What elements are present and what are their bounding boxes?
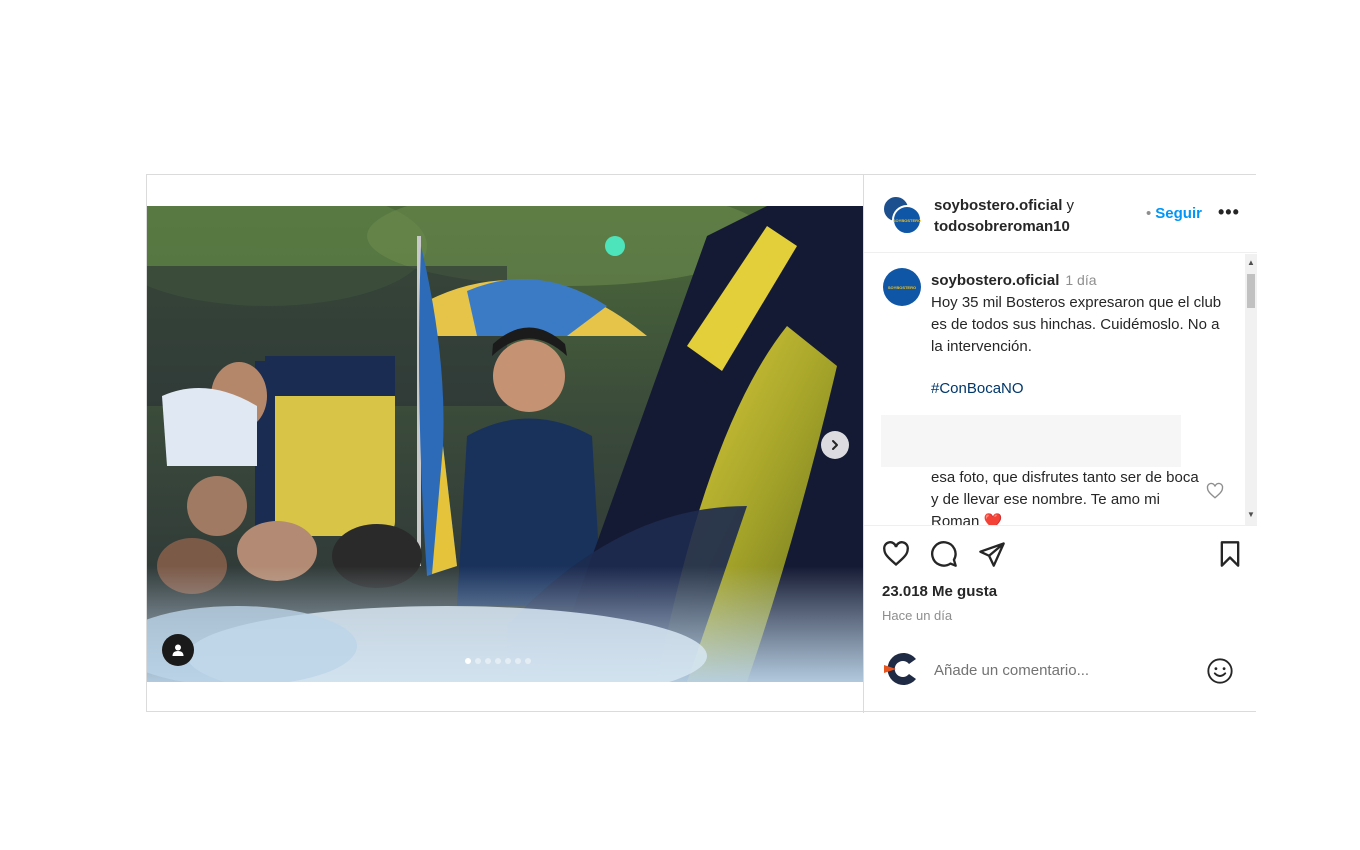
- comment-icon[interactable]: [930, 540, 958, 568]
- site-logo-icon: [884, 653, 916, 685]
- collab-avatars[interactable]: SOYBOSTERO: [882, 195, 922, 235]
- post-sidebar: SOYBOSTERO soybostero.oficial y todosobr…: [864, 175, 1257, 713]
- emoji-icon[interactable]: [1206, 657, 1234, 685]
- author-link[interactable]: soybostero.oficial: [934, 197, 1062, 214]
- heart-icon[interactable]: [882, 540, 910, 568]
- caption: soybostero.oficial 1 día Hoy 35 mil Boste…: [931, 269, 1231, 400]
- chevron-right-icon: [832, 440, 838, 450]
- user-tag-icon: [172, 644, 184, 656]
- like-count[interactable]: 23.018 Me gusta: [882, 583, 997, 600]
- post-media[interactable]: [147, 206, 863, 682]
- follow-label: Seguir: [1155, 205, 1202, 222]
- carousel-dot: [475, 658, 481, 664]
- avatar-logo-text: SOYBOSTERO: [892, 217, 922, 223]
- user-tag-button[interactable]: [162, 634, 194, 666]
- bookmark-icon[interactable]: [1216, 540, 1244, 568]
- carousel-dot: [515, 658, 521, 664]
- comment-heart-icon[interactable]: [1206, 482, 1224, 500]
- caption-username[interactable]: soybostero.oficial: [931, 272, 1059, 289]
- avatar[interactable]: SOYBOSTERO: [892, 205, 922, 235]
- carousel-dot: [495, 658, 501, 664]
- carousel-dot: [525, 658, 531, 664]
- carousel-dot: [485, 658, 491, 664]
- authors-joiner: y: [1062, 197, 1075, 214]
- hashtag-link[interactable]: #ConBocaNO: [931, 378, 1231, 400]
- post-timestamp[interactable]: Hace un día: [882, 608, 952, 623]
- separator-bullet: •: [1146, 205, 1152, 222]
- caption-text: Hoy 35 mil Bosteros expresaron que el cl…: [931, 294, 1222, 355]
- carousel-dot: [465, 658, 471, 664]
- author-link[interactable]: todosobreroman10: [934, 218, 1070, 235]
- comments-section[interactable]: SOYBOSTERO soybostero.oficial 1 día Hoy 3…: [864, 254, 1257, 526]
- action-bar: [864, 540, 1257, 572]
- comment-text: esa foto, que disfrutes tanto ser de boc…: [931, 469, 1199, 526]
- carousel-indicator: [465, 658, 531, 664]
- avatar-logo-text: SOYBOSTERO: [887, 284, 917, 290]
- comment-input[interactable]: [934, 657, 1194, 683]
- post-header: SOYBOSTERO soybostero.oficial y todosobr…: [864, 175, 1257, 253]
- scroll-up-icon[interactable]: ▲: [1247, 259, 1255, 267]
- caption-time[interactable]: 1 día: [1065, 272, 1096, 288]
- comments-scrollbar[interactable]: ▲ ▼: [1245, 254, 1257, 525]
- comment-placeholder-block: [881, 415, 1181, 467]
- carousel-dot: [505, 658, 511, 664]
- scroll-down-icon[interactable]: ▼: [1247, 511, 1255, 519]
- follow-button[interactable]: • Seguir: [1146, 205, 1202, 222]
- share-icon[interactable]: [978, 540, 1006, 568]
- more-icon[interactable]: •••: [1218, 203, 1240, 221]
- scrollbar-thumb[interactable]: [1247, 274, 1255, 308]
- avatar[interactable]: SOYBOSTERO: [883, 268, 921, 306]
- carousel-next-button[interactable]: [821, 431, 849, 459]
- instagram-post: SOYBOSTERO soybostero.oficial y todosobr…: [146, 174, 1257, 713]
- post-authors: soybostero.oficial y todosobreroman10: [934, 195, 1074, 237]
- post-photo: [147, 206, 863, 682]
- add-comment-row: [864, 643, 1257, 699]
